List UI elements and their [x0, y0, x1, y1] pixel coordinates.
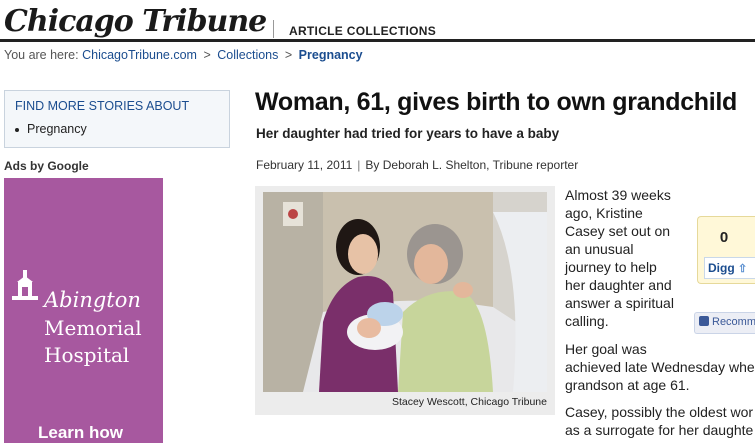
paragraph-line: Casey, possibly the oldest wor	[565, 404, 754, 420]
paragraph-line: Her goal was	[565, 341, 647, 357]
chicago-tribune-logo[interactable]: Chicago Tribune	[4, 4, 267, 39]
article-paragraph-3: Casey, possibly the oldest wor as a surr…	[565, 403, 753, 439]
paragraph-line: her daughter and	[565, 277, 672, 293]
hospital-room-photo	[263, 192, 547, 392]
paragraph-line: journey to help	[565, 259, 657, 275]
facebook-recommend-button[interactable]: Recomm	[694, 312, 755, 334]
hospital-logo-icon	[12, 270, 38, 300]
article-byline: February 11, 2011 | By Deborah L. Shelton,…	[256, 158, 578, 172]
ad-name-line3: Hospital	[44, 343, 130, 367]
digg-button[interactable]: Digg ⇧	[704, 257, 755, 279]
breadcrumb: You are here: ChicagoTribune.com > Colle…	[4, 48, 363, 62]
paragraph-line: ago, Kristine	[565, 205, 643, 221]
digg-widget: 0 Digg ⇧	[697, 216, 755, 284]
article-photo[interactable]	[263, 192, 547, 392]
ads-by-google-label[interactable]: Ads by Google	[4, 159, 89, 173]
ad-cta[interactable]: Learn how	[38, 423, 123, 443]
section-label[interactable]: ARTICLE COLLECTIONS	[289, 24, 436, 38]
ad-name-line2: Memorial	[44, 316, 142, 340]
photo-caption: Stacey Wescott, Chicago Tribune	[391, 396, 547, 408]
paragraph-line: Almost 39 weeks	[565, 187, 671, 203]
digg-arrow-icon: ⇧	[738, 263, 748, 275]
masthead-divider	[273, 20, 274, 38]
byline-separator: |	[357, 158, 361, 172]
breadcrumb-separator: >	[284, 48, 293, 62]
breadcrumb-separator: >	[203, 48, 211, 62]
article-paragraph-1: Almost 39 weeks ago, Kristine Casey set …	[565, 186, 674, 330]
article-photo-box: Stacey Wescott, Chicago Tribune	[255, 186, 555, 415]
article-date: February 11, 2011	[256, 158, 353, 172]
paragraph-line: achieved late Wednesday whe	[565, 359, 755, 375]
bullet-icon	[15, 127, 19, 132]
breadcrumb-link-home[interactable]: ChicagoTribune.com	[82, 48, 197, 62]
find-more-title: FIND MORE STORIES ABOUT	[15, 99, 190, 113]
masthead: Chicago Tribune ARTICLE COLLECTIONS	[0, 0, 755, 42]
digg-count: 0	[719, 229, 729, 246]
paragraph-line: calling.	[565, 313, 609, 329]
facebook-thumb-icon	[699, 316, 709, 326]
paragraph-line: answer a spiritual	[565, 295, 674, 311]
abington-hospital-ad[interactable]: Abington Memorial Hospital Learn how	[4, 178, 163, 443]
recommend-label: Recomm	[712, 316, 755, 328]
article-headline: Woman, 61, gives birth to own grandchild	[255, 88, 738, 116]
breadcrumb-link-pregnancy[interactable]: Pregnancy	[299, 48, 363, 62]
breadcrumb-link-collections[interactable]: Collections	[217, 48, 278, 62]
paragraph-line: as a surrogate for her daughte	[565, 422, 754, 438]
article-author: By Deborah L. Shelton, Tribune reporter	[365, 158, 579, 172]
topic-link-pregnancy[interactable]: Pregnancy	[15, 122, 87, 136]
find-more-stories-box: FIND MORE STORIES ABOUT Pregnancy	[4, 90, 230, 148]
topic-label: Pregnancy	[27, 122, 87, 136]
article-subhead: Her daughter had tried for years to have…	[256, 126, 560, 141]
breadcrumb-prefix: You are here:	[4, 48, 79, 62]
paragraph-line: an unusual	[565, 241, 634, 257]
paragraph-line: Casey set out on	[565, 223, 671, 239]
ad-name-line1: Abington	[44, 288, 141, 312]
paragraph-line: grandson at age 61.	[565, 377, 690, 393]
article-paragraph-2: Her goal was achieved late Wednesday whe…	[565, 340, 755, 394]
digg-label: Digg	[708, 261, 735, 275]
